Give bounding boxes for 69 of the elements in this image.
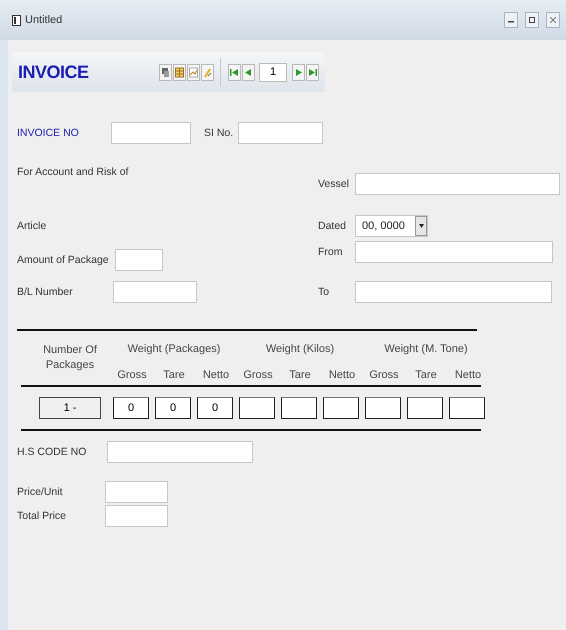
- price-per-unit-field[interactable]: [105, 481, 168, 503]
- weight-field[interactable]: 0: [113, 397, 149, 419]
- to-label: To: [318, 286, 330, 298]
- grid-icon[interactable]: [173, 64, 186, 80]
- vessel-field[interactable]: [355, 173, 560, 195]
- form-heading: INVOICE: [18, 62, 90, 82]
- close-button[interactable]: [546, 12, 560, 28]
- column-group-header: Weight (Kilos): [264, 343, 336, 355]
- weight-field[interactable]: [323, 397, 359, 419]
- last-record-button[interactable]: [306, 64, 319, 80]
- total-price-label: Total Price: [17, 510, 68, 522]
- account-label: For Account and Risk of: [17, 166, 130, 178]
- column-header: Number Of Packages: [42, 343, 98, 373]
- invoice-number-label: INVOICE NO: [17, 127, 80, 139]
- column-header: Gross: [116, 368, 148, 383]
- previous-record-button[interactable]: [242, 64, 255, 80]
- total-price-field[interactable]: [105, 505, 168, 527]
- package-number-field[interactable]: 1 -: [39, 397, 101, 419]
- invoice-number-field[interactable]: [111, 122, 191, 144]
- date-value: 00, 0000: [362, 220, 405, 232]
- bl-number-field[interactable]: [113, 281, 197, 303]
- column-header: Gross: [242, 368, 274, 383]
- article-label: Article: [17, 220, 48, 232]
- database-icon[interactable]: [159, 64, 172, 80]
- column-group-header: Weight (M. Tone): [383, 343, 469, 355]
- maximize-button[interactable]: [525, 12, 539, 28]
- first-icon: [230, 68, 239, 76]
- date-dropdown[interactable]: 00, 0000: [355, 215, 428, 237]
- column-group-header: Weight (Packages): [126, 343, 222, 355]
- document-icon: [12, 14, 21, 26]
- weight-field[interactable]: 0: [197, 397, 233, 419]
- si-number-field[interactable]: [238, 122, 323, 144]
- price-per-unit-label: Price/Unit: [17, 486, 64, 498]
- column-header: Tare: [414, 368, 438, 383]
- first-record-button[interactable]: [228, 64, 241, 80]
- amount-of-package-label: Amount of Package: [17, 254, 110, 266]
- from-field[interactable]: [355, 241, 553, 263]
- amount-of-package-field[interactable]: [115, 249, 163, 271]
- column-header: Netto: [454, 368, 482, 383]
- from-label: From: [318, 246, 344, 258]
- hs-code-label: H.S CODE NO: [17, 446, 88, 458]
- pencil-icon[interactable]: [201, 64, 214, 80]
- next-record-button[interactable]: [292, 64, 305, 80]
- minimize-button[interactable]: [504, 12, 518, 28]
- weight-field[interactable]: [365, 397, 401, 419]
- record-number-field[interactable]: 1: [259, 62, 287, 82]
- weight-field[interactable]: [239, 397, 275, 419]
- weight-field[interactable]: [281, 397, 317, 419]
- to-field[interactable]: [355, 281, 552, 303]
- column-header: Netto: [202, 368, 230, 383]
- column-header: Gross: [368, 368, 400, 383]
- si-number-label: SI No.: [204, 127, 234, 139]
- weight-field[interactable]: [407, 397, 443, 419]
- weight-field[interactable]: 0: [155, 397, 191, 419]
- maximize-icon: [529, 17, 535, 23]
- previous-icon: [244, 68, 253, 76]
- column-header: Tare: [288, 368, 312, 383]
- column-header: Tare: [162, 368, 186, 383]
- dated-label: Dated: [318, 220, 348, 232]
- close-icon: [550, 17, 556, 23]
- next-icon: [294, 68, 303, 76]
- column-header: Netto: [328, 368, 356, 383]
- window-title: Untitled: [25, 14, 64, 26]
- vessel-label: Vessel: [318, 178, 350, 190]
- hs-code-field[interactable]: [107, 441, 253, 463]
- weight-field[interactable]: [449, 397, 485, 419]
- chart-icon[interactable]: [187, 64, 200, 80]
- last-icon: [308, 68, 317, 76]
- bl-number-label: B/L Number: [17, 286, 74, 298]
